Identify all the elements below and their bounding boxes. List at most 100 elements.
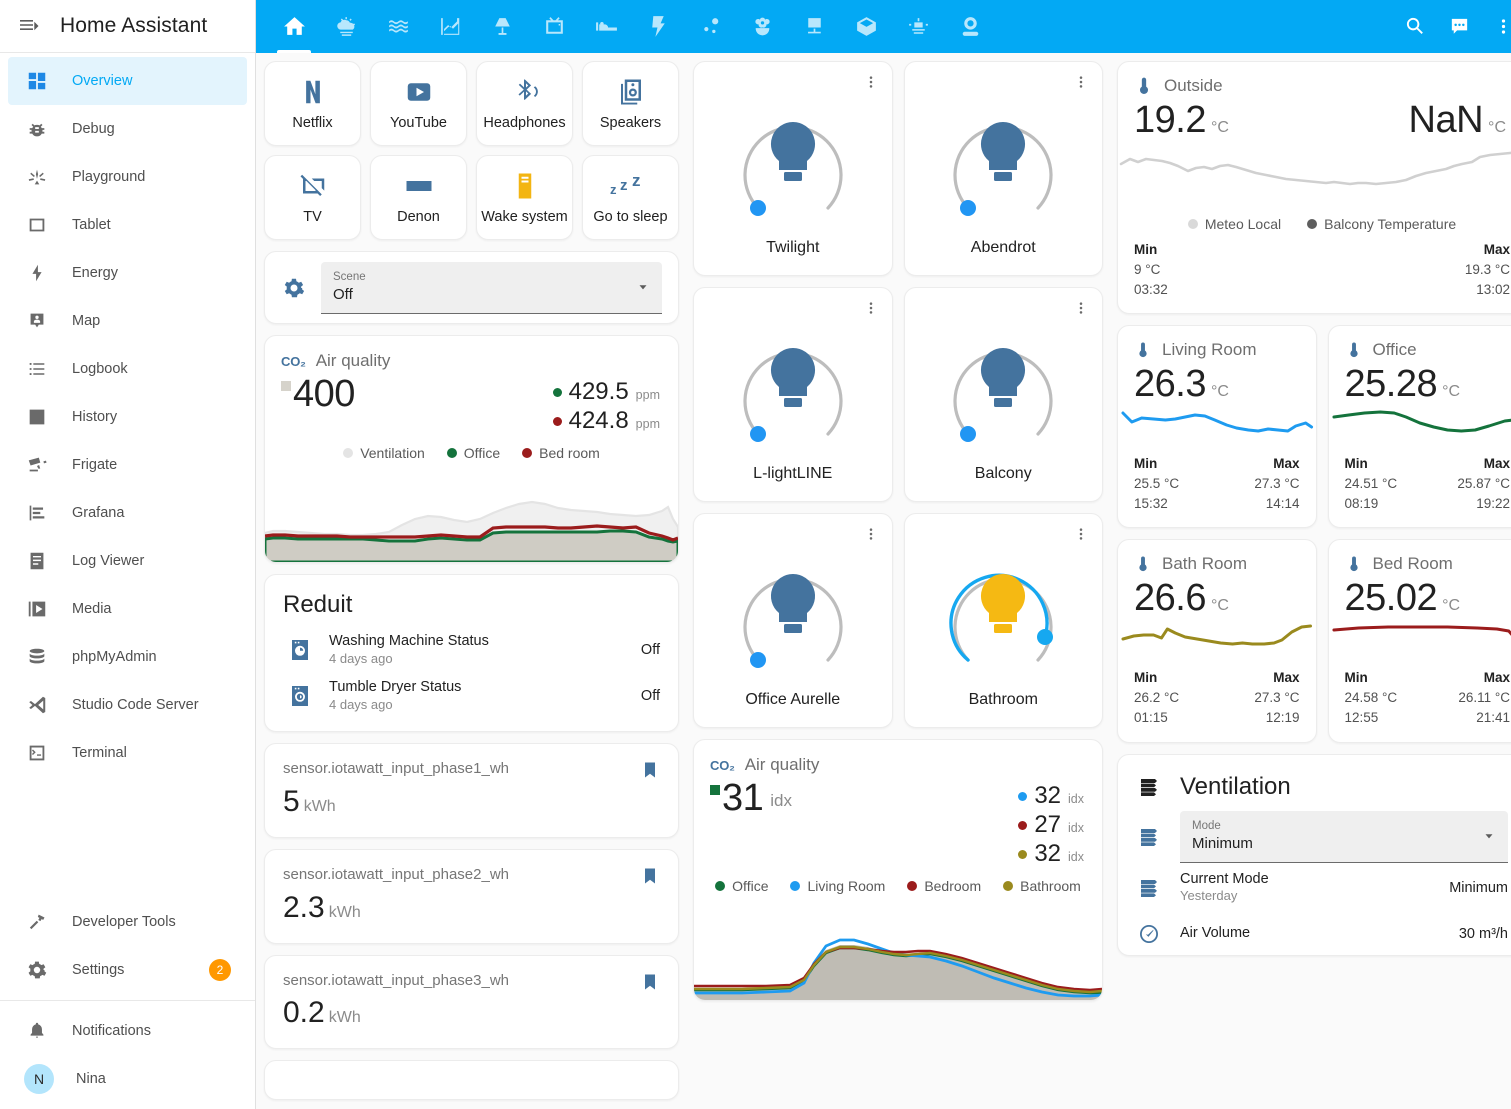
brightness-dial[interactable] [718, 532, 868, 682]
sidebar-item-media[interactable]: Media [8, 585, 247, 633]
legend-item[interactable]: Office [447, 445, 500, 461]
sidebar-item-playground[interactable]: Playground [8, 153, 247, 201]
light-card-bathroom[interactable]: Bathroom [904, 513, 1104, 728]
assist-chat-icon[interactable] [1445, 13, 1473, 41]
light-card-l-lightline[interactable]: L-lightLINE [693, 287, 893, 502]
sidebar-item-phpmyadmin[interactable]: phpMyAdmin [8, 633, 247, 681]
entity-state: Off [641, 642, 660, 658]
sidebar-item-energy[interactable]: Energy [8, 249, 247, 297]
sidebar-item-grafana[interactable]: Grafana [8, 489, 247, 537]
brightness-dial[interactable] [718, 80, 868, 230]
dots-vertical-icon[interactable] [1072, 299, 1090, 317]
tab-flash[interactable] [632, 0, 684, 53]
brightness-dial[interactable] [928, 306, 1078, 456]
bluetooth-audio-icon [510, 75, 540, 109]
legend-item[interactable]: Ventilation [343, 445, 425, 461]
entity-row-current-mode[interactable]: Current Mode Yesterday Minimum [1118, 863, 1511, 909]
light-card-balcony[interactable]: Balcony [904, 287, 1104, 502]
legend-item[interactable]: Bed room [522, 445, 600, 461]
tab-molecule[interactable] [684, 0, 736, 53]
sensor-card-phase2[interactable]: sensor.iotawatt_input_phase2_wh 2.3kWh [264, 849, 679, 944]
primary-unit: °C [1442, 597, 1460, 614]
entity-texts: Washing Machine Status 4 days ago [329, 632, 625, 667]
search-icon[interactable] [1401, 13, 1429, 41]
max-value: 26.11 °C [1458, 688, 1510, 708]
shortcut-tv[interactable]: TV [264, 155, 361, 240]
sidebar-item-developer-tools[interactable]: Developer Tools [8, 898, 247, 946]
sidebar-item-map[interactable]: Map [8, 297, 247, 345]
sidebar-item-logbook[interactable]: Logbook [8, 345, 247, 393]
sidebar-item-user[interactable]: N Nina [8, 1055, 247, 1103]
brightness-dial[interactable] [718, 306, 868, 456]
column-left: Netflix YouTube Headphones [264, 61, 679, 1109]
legend-item[interactable]: Bathroom [1003, 878, 1081, 894]
tab-lamp[interactable] [476, 0, 528, 53]
temperature-cards-grid: Living Room 26.3°C Min 25.5 °C [1117, 325, 1511, 742]
dots-vertical-icon[interactable] [1072, 73, 1090, 91]
tab-cube-outline[interactable] [840, 0, 892, 53]
min-max-row: Min 25.5 °C 15:32 Max 27.3 °C 14:14 [1118, 446, 1316, 527]
tab-waves[interactable] [372, 0, 424, 53]
sidebar-item-log-viewer[interactable]: Log Viewer [8, 537, 247, 585]
legend-item[interactable]: Balcony Temperature [1307, 216, 1456, 232]
dots-vertical-icon[interactable] [1072, 525, 1090, 543]
sidebar-item-debug[interactable]: Debug [8, 105, 247, 153]
entity-row-air-volume[interactable]: Air Volume 30 m³/h [1118, 909, 1511, 955]
tab-weather[interactable] [320, 0, 372, 53]
tab-robot-vacuum[interactable] [892, 0, 944, 53]
dots-vertical-icon[interactable] [1489, 13, 1511, 41]
shortcut-go-to-sleep[interactable]: zzz Go to sleep [582, 155, 679, 240]
ventilation-mode-select[interactable]: Mode Minimum [1180, 811, 1508, 863]
entity-row[interactable]: Washing Machine Status 4 days ago Off [265, 627, 678, 673]
dots-vertical-icon[interactable] [862, 73, 880, 91]
brightness-dial[interactable] [928, 80, 1078, 230]
tab-home[interactable] [268, 0, 320, 53]
light-card-office-aurelle[interactable]: Office Aurelle [693, 513, 893, 728]
brightness-dial[interactable] [928, 532, 1078, 682]
entity-row[interactable]: Tumble Dryer Status 4 days ago Off [265, 673, 678, 719]
sidebar-item-history[interactable]: History [8, 393, 247, 441]
legend-item[interactable]: Bedroom [907, 878, 981, 894]
shortcut-speakers[interactable]: Speakers [582, 61, 679, 146]
card-header: Living Room [1118, 326, 1316, 360]
tablet-icon [24, 212, 50, 238]
sensor-card-partial[interactable] [264, 1060, 679, 1100]
legend-item[interactable]: Meteo Local [1188, 216, 1281, 232]
sidebar-item-terminal[interactable]: Terminal [8, 729, 247, 777]
menu-collapse-icon[interactable] [16, 13, 42, 39]
sidebar-item-notifications[interactable]: Notifications [8, 1007, 247, 1055]
shortcut-wake-system[interactable]: Wake system [476, 155, 573, 240]
shortcut-youtube[interactable]: YouTube [370, 61, 467, 146]
sensor-card-phase3[interactable]: sensor.iotawatt_input_phase3_wh 0.2kWh [264, 955, 679, 1050]
scene-card: Scene Off [264, 251, 679, 324]
sensor-card-phase1[interactable]: sensor.iotawatt_input_phase1_wh 5kWh [264, 743, 679, 838]
light-card-abendrot[interactable]: Abendrot [904, 61, 1104, 276]
tab-bed[interactable] [580, 0, 632, 53]
shortcut-netflix[interactable]: Netflix [264, 61, 361, 146]
legend-item[interactable]: Living Room [790, 878, 885, 894]
sidebar-item-tablet[interactable]: Tablet [8, 201, 247, 249]
sidebar-item-label: phpMyAdmin [72, 649, 231, 665]
dots-vertical-icon[interactable] [862, 525, 880, 543]
value-row: 26.3°C [1118, 360, 1316, 406]
lightbulb-icon [771, 574, 815, 633]
bell-icon [24, 1018, 50, 1044]
max-time: 19:22 [1457, 494, 1510, 514]
sidebar-item-studio-code-server[interactable]: Studio Code Server [8, 681, 247, 729]
dots-vertical-icon[interactable] [862, 299, 880, 317]
tab-flower[interactable] [736, 0, 788, 53]
washing-machine-icon [287, 637, 313, 663]
tab-webcam[interactable] [944, 0, 996, 53]
sidebar-item-frigate[interactable]: Frigate [8, 441, 247, 489]
scene-select[interactable]: Scene Off [321, 262, 662, 314]
legend-dot [522, 448, 532, 458]
shortcut-denon[interactable]: Denon [370, 155, 467, 240]
legend-item[interactable]: Office [715, 878, 768, 894]
shortcut-headphones[interactable]: Headphones [476, 61, 573, 146]
light-card-twilight[interactable]: Twilight [693, 61, 893, 276]
tab-television[interactable] [528, 0, 580, 53]
tab-chart-line[interactable] [424, 0, 476, 53]
sidebar-item-settings[interactable]: Settings 2 [8, 946, 247, 994]
tab-desktop-tower-monitor[interactable] [788, 0, 840, 53]
sidebar-item-overview[interactable]: Overview [8, 57, 247, 105]
